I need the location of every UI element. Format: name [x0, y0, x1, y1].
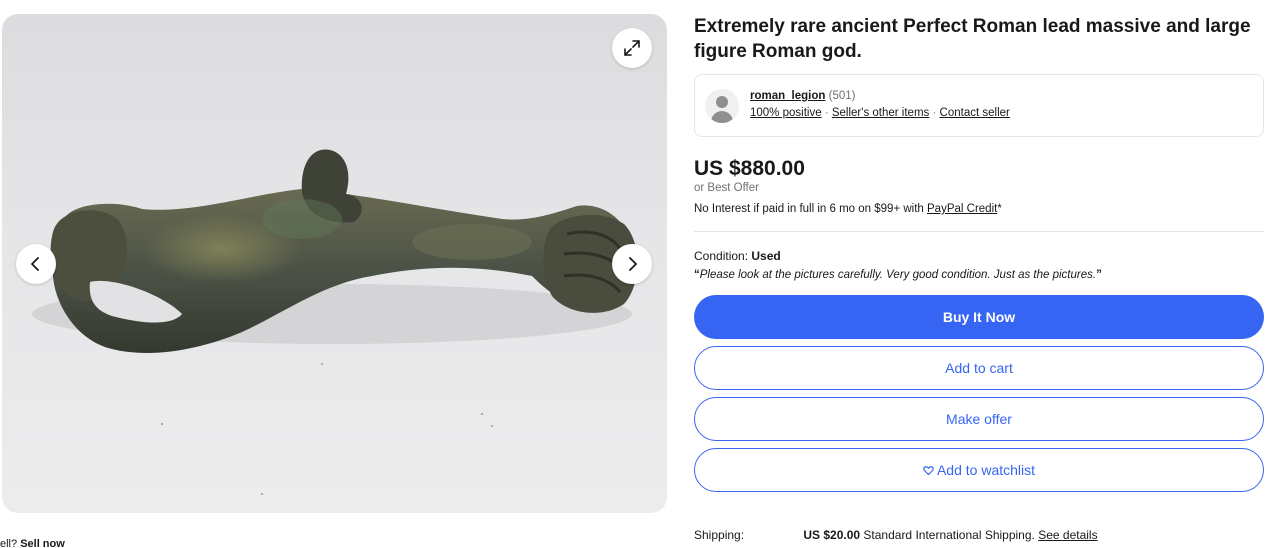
make-offer-button[interactable]: Make offer: [694, 397, 1264, 441]
heart-icon: [923, 465, 934, 476]
item-price: US $880.00: [694, 157, 805, 180]
shipping-method: Standard International Shipping.: [863, 528, 1035, 542]
previous-image-button[interactable]: [16, 244, 56, 284]
condition-quote-text: Please look at the pictures carefully. V…: [699, 269, 1097, 281]
divider: [694, 231, 1264, 232]
expand-icon: [624, 40, 640, 56]
credit-text: No Interest if paid in full in 6 mo on $…: [694, 203, 924, 215]
paypal-credit-link[interactable]: PayPal Credit: [927, 203, 997, 215]
seller-name-line: roman_legion (501): [750, 90, 855, 102]
separator: ·: [932, 107, 937, 119]
contact-seller-link[interactable]: Contact seller: [940, 107, 1010, 119]
sell-now-prompt: ell? Sell now: [0, 538, 65, 548]
shipping-cost: US $20.00: [803, 528, 861, 542]
seller-positive-link[interactable]: 100% positive: [750, 107, 822, 119]
shipping-label: Shipping:: [694, 528, 745, 542]
product-image[interactable]: [2, 14, 667, 513]
condition-value: Used: [751, 249, 781, 263]
watchlist-label: Add to watchlist: [936, 462, 1036, 478]
chevron-left-icon: [31, 257, 39, 271]
add-to-cart-button[interactable]: Add to cart: [694, 346, 1264, 390]
expand-image-button[interactable]: [612, 28, 652, 68]
best-offer-note: or Best Offer: [694, 182, 759, 194]
seller-feedback-count: (501): [828, 90, 856, 102]
buy-it-now-button[interactable]: Buy It Now: [694, 295, 1264, 339]
condition-line: Condition: Used: [694, 249, 1264, 263]
credit-suffix: *: [997, 203, 1002, 215]
seller-avatar[interactable]: [705, 89, 739, 123]
item-info-panel: Extremely rare ancient Perfect Roman lea…: [694, 14, 1264, 492]
condition-description: “Please look at the pictures carefully. …: [694, 269, 1264, 281]
seller-links-line: 100% positive · Seller's other items · C…: [750, 107, 1010, 119]
sell-now-link[interactable]: Sell now: [20, 538, 65, 548]
quote-close: ”: [1096, 269, 1102, 281]
seller-other-items-link[interactable]: Seller's other items: [832, 107, 929, 119]
separator: ·: [824, 107, 829, 119]
add-to-watchlist-button[interactable]: Add to watchlist: [694, 448, 1264, 492]
item-title: Extremely rare ancient Perfect Roman lea…: [694, 16, 1251, 62]
sell-now-prefix: ell?: [0, 538, 18, 548]
shipping-line: Shipping: US $20.00 Standard Internation…: [694, 528, 1098, 542]
paypal-credit-note: No Interest if paid in full in 6 mo on $…: [694, 203, 1264, 215]
next-image-button[interactable]: [612, 244, 652, 284]
seller-name-link[interactable]: roman_legion: [750, 90, 825, 102]
shipping-details-link[interactable]: See details: [1038, 528, 1097, 542]
chevron-right-icon: [629, 257, 637, 271]
image-gallery[interactable]: [2, 14, 667, 513]
condition-label: Condition:: [694, 249, 749, 263]
seller-card: roman_legion (501) 100% positive · Selle…: [694, 74, 1264, 137]
